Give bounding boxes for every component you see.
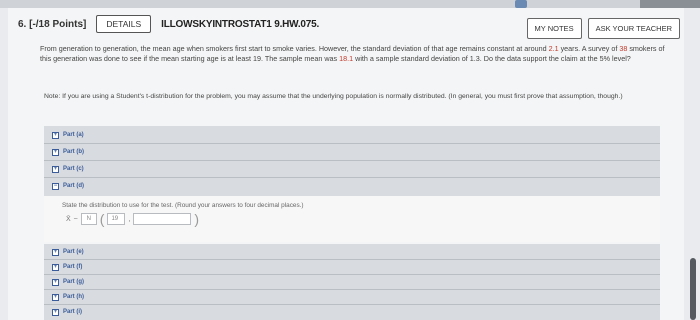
mean-input[interactable]: 19 bbox=[107, 213, 126, 225]
part-label[interactable]: Part (e) bbox=[63, 249, 84, 255]
parts-list-top: + Part (a) + Part (b) + Part (c) − Part … bbox=[44, 126, 660, 196]
expand-icon[interactable]: + bbox=[52, 293, 59, 301]
part-c[interactable]: + Part (c) bbox=[52, 163, 84, 175]
part-i[interactable]: + Part (i) bbox=[52, 306, 82, 318]
problem-text-4: with a sample standard deviation of 1.3.… bbox=[353, 54, 631, 63]
part-label[interactable]: Part (g) bbox=[63, 279, 84, 285]
part-d-body: State the distribution to use for the te… bbox=[44, 196, 660, 242]
part-b[interactable]: + Part (b) bbox=[52, 146, 84, 158]
sd-input[interactable] bbox=[133, 213, 192, 225]
xbar-symbol: X̄ bbox=[66, 215, 71, 223]
page-scrollbar[interactable] bbox=[690, 258, 696, 320]
expand-icon[interactable]: + bbox=[52, 165, 59, 173]
open-paren: ( bbox=[99, 211, 105, 227]
my-notes-button[interactable]: MY NOTES bbox=[526, 18, 582, 39]
part-label[interactable]: Part (b) bbox=[63, 149, 84, 155]
divider bbox=[44, 259, 660, 260]
part-label[interactable]: Part (f) bbox=[63, 264, 82, 270]
divider bbox=[44, 177, 660, 178]
header-actions: MY NOTES ASK YOUR TEACHER bbox=[526, 18, 680, 39]
divider bbox=[44, 289, 660, 290]
divider bbox=[44, 143, 660, 144]
expand-icon[interactable]: + bbox=[52, 263, 59, 271]
divider bbox=[44, 304, 660, 305]
problem-text-2: years. A survey of bbox=[558, 44, 620, 53]
part-label[interactable]: Part (a) bbox=[63, 132, 84, 138]
top-right-strip bbox=[640, 0, 700, 8]
problem-text: From generation to generation, the mean … bbox=[40, 44, 670, 64]
divider bbox=[44, 160, 660, 161]
expand-icon[interactable]: + bbox=[52, 278, 59, 286]
sd-value: 2.1 bbox=[548, 44, 559, 53]
sample-mean: 18.1 bbox=[339, 54, 354, 63]
tab-indicator bbox=[515, 0, 527, 8]
problem-text-1: From generation to generation, the mean … bbox=[40, 44, 549, 53]
part-label[interactable]: Part (i) bbox=[63, 309, 82, 315]
question-number: 6. [-/18 Points] bbox=[18, 18, 87, 30]
ask-teacher-button[interactable]: ASK YOUR TEACHER bbox=[587, 18, 680, 39]
distribution-entry: X̄ ~ N ( 19 , ) bbox=[66, 212, 199, 226]
tilde-symbol: ~ bbox=[73, 215, 78, 223]
part-e[interactable]: + Part (e) bbox=[52, 246, 84, 258]
expand-icon[interactable]: + bbox=[52, 131, 59, 139]
expand-icon[interactable]: + bbox=[52, 308, 59, 316]
divider bbox=[44, 274, 660, 275]
comma: , bbox=[128, 215, 131, 223]
parts-list-bottom: + Part (e) + Part (f) + Part (g) + Part … bbox=[44, 244, 660, 320]
question-header: 6. [-/18 Points] DETAILS ILLOWSKYINTROST… bbox=[18, 14, 319, 34]
part-label[interactable]: Part (h) bbox=[63, 294, 84, 300]
part-h[interactable]: + Part (h) bbox=[52, 291, 84, 303]
distribution-select[interactable]: N bbox=[80, 213, 97, 225]
part-g[interactable]: + Part (g) bbox=[52, 276, 84, 288]
part-label[interactable]: Part (d) bbox=[63, 183, 84, 189]
part-f[interactable]: + Part (f) bbox=[52, 261, 82, 273]
assignment-id: ILLOWSKYINTROSTAT1 9.HW.075. bbox=[161, 18, 320, 30]
part-d[interactable]: − Part (d) bbox=[52, 180, 84, 192]
close-paren: ) bbox=[194, 211, 200, 227]
part-label[interactable]: Part (c) bbox=[63, 166, 84, 172]
details-button[interactable]: DETAILS bbox=[96, 15, 152, 33]
collapse-icon[interactable]: − bbox=[52, 182, 59, 190]
expand-icon[interactable]: + bbox=[52, 248, 59, 256]
expand-icon[interactable]: + bbox=[52, 148, 59, 156]
browser-top-strip bbox=[0, 0, 700, 8]
part-a[interactable]: + Part (a) bbox=[52, 129, 84, 141]
part-d-instruction: State the distribution to use for the te… bbox=[62, 202, 304, 209]
note-text: Note: If you are using a Student's t-dis… bbox=[44, 93, 623, 100]
